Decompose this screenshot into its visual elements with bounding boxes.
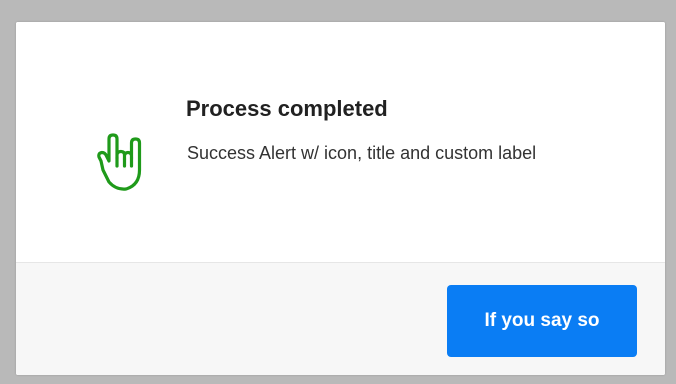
alert-title: Process completed (186, 96, 388, 121)
alert-body: Process completed Success Alert w/ icon,… (16, 22, 665, 262)
alert-footer: If you say so (16, 262, 665, 375)
alert-message: Success Alert w/ icon, title and custom … (187, 143, 537, 163)
alert-dialog: Process completed Success Alert w/ icon,… (16, 22, 665, 375)
rock-on-hand-icon (94, 130, 150, 196)
confirm-button[interactable]: If you say so (447, 285, 637, 357)
